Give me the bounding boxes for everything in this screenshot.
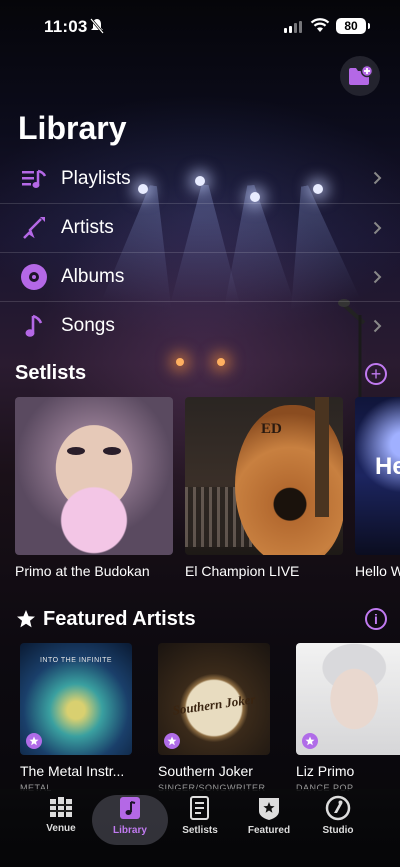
setlist-artwork: He (355, 397, 400, 555)
add-folder-button[interactable] (340, 56, 380, 96)
status-time: 11:03 (44, 17, 88, 36)
tab-setlists[interactable]: Setlists (165, 795, 235, 845)
artist-card[interactable]: Southern Joker Southern Joker SINGER/SON… (158, 643, 270, 793)
studio-icon (325, 795, 351, 821)
artist-card[interactable]: Liz Primo DANCE POP (296, 643, 400, 793)
battery-indicator: 80 (336, 18, 370, 34)
artist-art-text: Southern Joker (171, 691, 257, 718)
library-item-artists[interactable]: Artists (0, 203, 400, 252)
library-item-playlists[interactable]: Playlists (0, 154, 400, 203)
tab-bar: Venue Library Setlists Featured Studio (0, 789, 400, 867)
album-icon (20, 263, 48, 291)
tab-label: Setlists (182, 825, 218, 836)
cellular-signal-icon (284, 21, 302, 33)
artist-badge-icon (26, 733, 42, 749)
featured-artists-heading: Featured Artists (43, 608, 196, 630)
library-item-label: Albums (61, 266, 125, 287)
chevron-right-icon (373, 270, 382, 284)
music-note-icon (20, 312, 48, 340)
artist-card[interactable]: INTO THE INFINITE The Metal Instr... MET… (20, 643, 132, 793)
featured-icon (259, 798, 279, 820)
setlists-heading: Setlists (15, 362, 87, 384)
status-bar: 11:03 80 (0, 0, 400, 54)
tab-featured[interactable]: Featured (234, 795, 304, 845)
setlist-artwork (15, 397, 173, 555)
page-title: Library (18, 110, 127, 146)
artist-art-text: INTO THE INFINITE (39, 657, 113, 664)
chevron-right-icon (373, 171, 382, 185)
tab-library[interactable]: Library (92, 795, 168, 845)
folder-plus-icon (349, 65, 373, 85)
info-icon: i (374, 611, 378, 627)
info-button[interactable]: i (365, 608, 387, 630)
artist-artwork (296, 643, 400, 755)
library-icon (120, 797, 140, 819)
artist-name: The Metal Instr... (20, 763, 125, 779)
setlist-art-text: ED (261, 421, 282, 437)
tab-studio[interactable]: Studio (303, 795, 373, 845)
setlist-card[interactable]: He Hello W (355, 397, 400, 579)
chevron-right-icon (373, 319, 382, 333)
artist-badge-icon (164, 733, 180, 749)
library-item-label: Songs (61, 315, 115, 336)
playlist-icon (20, 165, 48, 193)
setlist-icon (190, 796, 209, 820)
wifi-icon (310, 18, 330, 32)
artist-badge-icon (302, 733, 318, 749)
setlist-card[interactable]: ED El Champion LIVE (185, 397, 343, 579)
add-setlist-button[interactable]: + (365, 363, 387, 385)
silent-bell-icon (90, 18, 104, 34)
plus-icon: + (370, 364, 382, 384)
library-item-albums[interactable]: Albums (0, 252, 400, 301)
setlist-title: El Champion LIVE (185, 563, 300, 579)
library-item-songs[interactable]: Songs (0, 301, 400, 350)
tab-label: Featured (247, 825, 291, 836)
artist-artwork: INTO THE INFINITE (20, 643, 132, 755)
setlist-card[interactable]: Primo at the Budokan (15, 397, 173, 579)
setlist-art-text: He (375, 453, 400, 480)
setlists-carousel[interactable]: Primo at the Budokan ED El Champion LIVE… (15, 397, 400, 579)
setlist-artwork: ED (185, 397, 343, 555)
chevron-right-icon (373, 221, 382, 235)
library-item-label: Playlists (61, 167, 131, 189)
star-icon (17, 610, 35, 628)
guitar-icon (20, 214, 48, 242)
tab-label: Studio (322, 825, 354, 836)
tab-label: Library (113, 825, 147, 836)
artist-name: Liz Primo (296, 763, 355, 779)
library-list: Playlists Artists Albums Songs (0, 154, 400, 350)
tab-venue[interactable]: Venue (26, 795, 96, 845)
setlist-title: Hello W (355, 563, 400, 579)
featured-artists-carousel[interactable]: INTO THE INFINITE The Metal Instr... MET… (20, 643, 400, 793)
artist-name: Southern Joker (158, 763, 253, 779)
setlist-title: Primo at the Budokan (15, 563, 150, 579)
library-item-label: Artists (61, 217, 114, 238)
artist-artwork: Southern Joker (158, 643, 270, 755)
venue-icon (50, 797, 72, 817)
tab-label: Venue (46, 823, 76, 834)
